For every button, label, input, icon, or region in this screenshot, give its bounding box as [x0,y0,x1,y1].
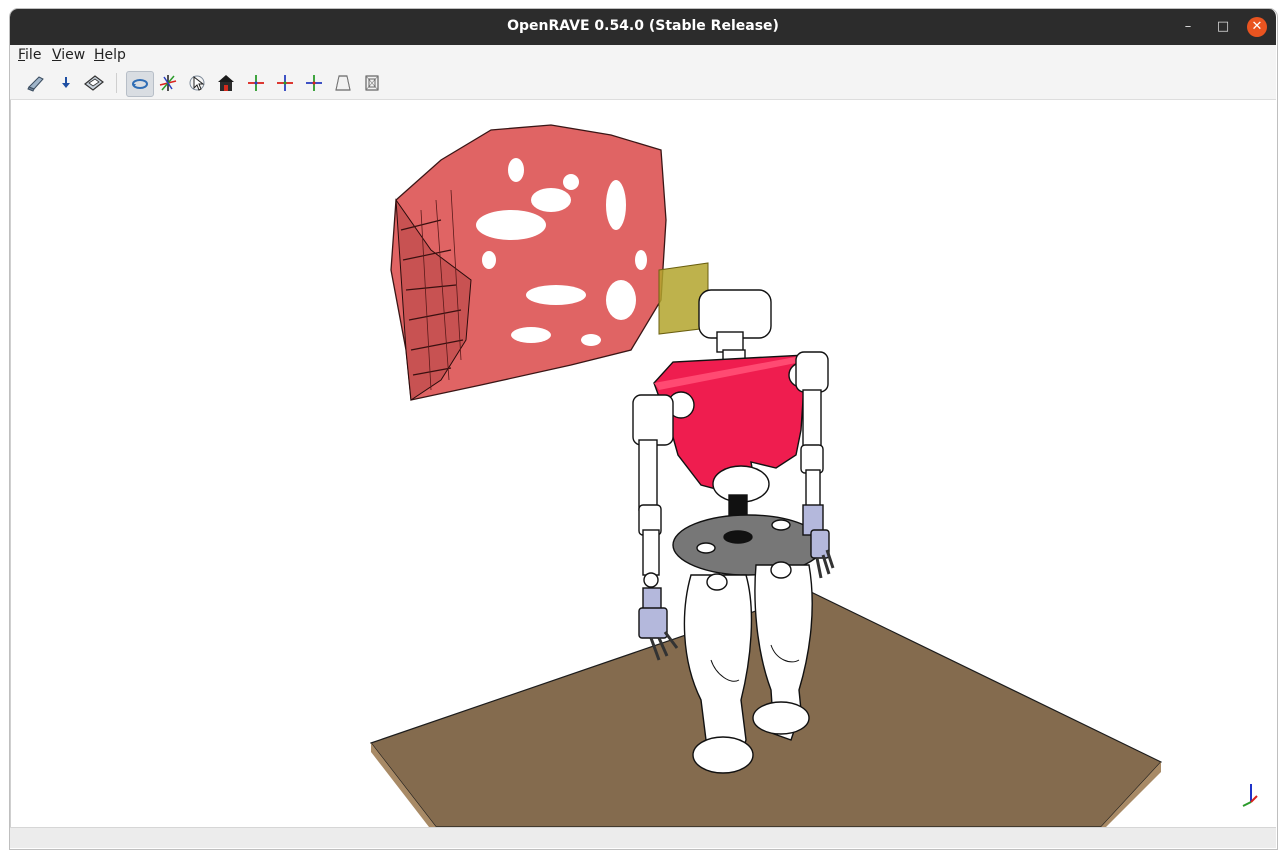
pick-cursor-button[interactable] [185,71,209,95]
home-view-icon [218,75,234,91]
perspective-icon [335,75,351,91]
download-button[interactable] [54,71,78,95]
toolbar [10,67,1276,100]
point-cloud [390,124,667,401]
view-z-axis-icon [306,75,322,91]
title-bar: OpenRAVE 0.54.0 (Stable Release) – □ ✕ [10,8,1276,45]
view-x-axis-icon [248,75,264,91]
minimize-button[interactable]: – [1178,17,1198,37]
menu-view[interactable]: View [52,47,85,63]
view-y-axis-icon [277,75,293,91]
save-icon [84,75,104,91]
open-file-icon [27,76,44,92]
home-view-button[interactable] [214,71,238,95]
rotate-camera-button[interactable] [126,71,154,97]
xyz-axes-icon [1242,784,1258,807]
orthographic-button[interactable] [360,71,384,95]
save-button[interactable] [82,71,106,95]
pan-axes-icon [159,75,177,91]
menu-bar: File View Help [10,45,1276,67]
orthographic-icon [365,75,379,91]
open-file-button[interactable] [24,71,48,95]
pick-cursor-icon [189,75,205,91]
status-bar [10,827,1276,848]
menu-help[interactable]: Help [94,47,126,63]
view-z-axis-button[interactable] [302,71,326,95]
perspective-button[interactable] [331,71,355,95]
pan-axes-button[interactable] [156,71,180,95]
3d-viewport[interactable] [10,100,1278,827]
menu-file[interactable]: File [18,47,41,63]
view-y-axis-button[interactable] [273,71,297,95]
rotate-camera-icon [132,79,148,89]
window-title: OpenRAVE 0.54.0 (Stable Release) [507,18,779,34]
scene-canvas[interactable] [11,100,1277,827]
download-arrow-icon [62,77,70,88]
close-button[interactable]: ✕ [1247,17,1267,37]
view-x-axis-button[interactable] [244,71,268,95]
toolbar-separator [116,73,117,93]
maximize-button[interactable]: □ [1213,17,1233,37]
